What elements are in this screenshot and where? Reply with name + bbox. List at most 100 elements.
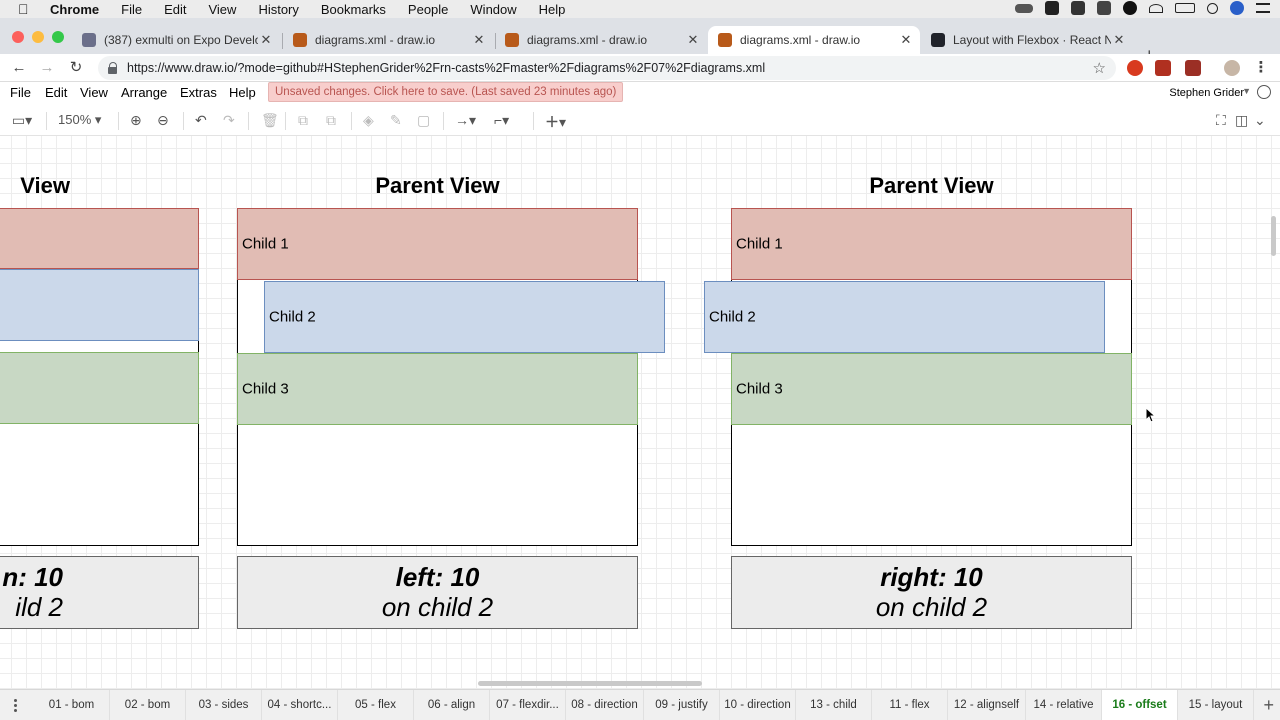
insert-icon[interactable]: ＋▾ <box>545 112 566 130</box>
child-1-box[interactable]: Child 1 <box>731 208 1132 280</box>
siri-icon[interactable] <box>1230 1 1244 15</box>
menu-view[interactable]: View <box>208 2 236 17</box>
child-2-box[interactable]: Child 2 <box>704 281 1105 353</box>
page-tab[interactable]: 08 - direction <box>566 690 644 720</box>
page-tab[interactable]: 13 - child <box>796 690 872 720</box>
format-panel-icon[interactable]: ▭▾ <box>8 112 36 130</box>
apple-icon[interactable]:  <box>18 2 32 16</box>
zoom-in-icon[interactable]: ⊕ <box>130 112 142 130</box>
caption-box[interactable]: right: 10 on child 2 <box>731 556 1132 629</box>
zoom-out-icon[interactable]: ⊖ <box>157 112 169 130</box>
browser-tab[interactable]: diagrams.xml - draw.io ✕ <box>283 26 493 54</box>
forward-icon[interactable]: → <box>37 58 57 78</box>
extension-icon[interactable] <box>1185 60 1201 76</box>
collapse-icon[interactable]: ⌄ <box>1254 112 1266 130</box>
menu-history[interactable]: History <box>258 2 298 17</box>
menu-edit[interactable]: Edit <box>164 2 186 17</box>
menu-bookmarks[interactable]: Bookmarks <box>321 2 386 17</box>
page-tab[interactable]: 10 - direction <box>720 690 796 720</box>
page-tab-active[interactable]: 16 - offset <box>1102 690 1178 720</box>
child-1-box[interactable]: Child 1 <box>237 208 638 280</box>
bookmark-star-icon[interactable]: ☆ <box>1093 59 1106 77</box>
page-tab[interactable]: 15 - layout <box>1178 690 1254 720</box>
line-color-icon[interactable]: ✎ <box>390 112 402 130</box>
waypoints-icon[interactable]: ⌐▾ <box>494 112 509 130</box>
browser-tab[interactable]: (387) exmulti on Expo Develop ✕ <box>72 26 280 54</box>
user-name[interactable]: Stephen Grider <box>1169 87 1244 99</box>
child-3-box[interactable] <box>0 352 199 424</box>
browser-tab[interactable]: Layout with Flexbox · React Na ✕ <box>921 26 1133 54</box>
horizontal-scrollbar[interactable] <box>478 681 702 686</box>
more-menu-icon[interactable]: ⋮ <box>1251 58 1271 78</box>
extension-icon[interactable] <box>1127 60 1143 76</box>
back-icon[interactable]: ← <box>9 58 29 78</box>
zoom-select[interactable]: 150% ▾ <box>58 112 101 130</box>
drawio-menu-help[interactable]: Help <box>229 85 256 100</box>
delete-icon[interactable]: 🗑 <box>261 112 279 130</box>
reload-icon[interactable]: ↻ <box>66 58 86 78</box>
undo-icon[interactable]: ↶ <box>195 112 207 130</box>
child-3-box[interactable]: Child 3 <box>237 353 638 425</box>
vertical-scrollbar[interactable] <box>1271 216 1276 256</box>
page-tab[interactable]: 12 - alignself <box>948 690 1026 720</box>
drawio-menu-extras[interactable]: Extras <box>180 85 217 100</box>
battery-icon[interactable] <box>1175 3 1195 13</box>
avatar[interactable] <box>1224 60 1240 76</box>
menu-people[interactable]: People <box>408 2 448 17</box>
zoom-window-icon[interactable] <box>52 31 64 43</box>
drawio-menu-edit[interactable]: Edit <box>45 85 67 100</box>
chevron-down-icon[interactable]: ▼ <box>1242 86 1251 96</box>
close-icon[interactable]: ✕ <box>258 32 274 48</box>
search-icon[interactable] <box>1207 2 1218 14</box>
wifi-icon[interactable] <box>1149 3 1163 13</box>
page-tab[interactable]: 05 - flex <box>338 690 414 720</box>
drawio-menu-arrange[interactable]: Arrange <box>121 85 167 100</box>
close-icon[interactable]: ✕ <box>471 32 487 48</box>
drawio-menu-view[interactable]: View <box>80 85 108 100</box>
browser-tab[interactable]: diagrams.xml - draw.io ✕ <box>495 26 707 54</box>
page-tab[interactable]: 02 - bom <box>110 690 186 720</box>
shadow-icon[interactable]: ▢ <box>417 112 430 130</box>
menu-file[interactable]: File <box>121 2 142 17</box>
page-tab[interactable]: 04 - shortc... <box>262 690 338 720</box>
page-tab[interactable]: 07 - flexdir... <box>490 690 566 720</box>
page-tab[interactable]: 11 - flex <box>872 690 948 720</box>
feather-icon[interactable] <box>1097 1 1111 15</box>
menu-window[interactable]: Window <box>470 2 516 17</box>
menu-help[interactable]: Help <box>539 2 566 17</box>
notification-center-icon[interactable] <box>1256 3 1270 13</box>
url-field[interactable]: https://www.draw.io/?mode=github#HStephe… <box>98 56 1116 80</box>
redo-icon[interactable]: ↷ <box>223 112 235 130</box>
diagram-canvas[interactable]: View n: 10 ild 2 Parent View Child 1 Chi… <box>0 136 1280 689</box>
fullscreen-icon[interactable]: ⛶ <box>1216 112 1226 130</box>
pages-menu-icon[interactable] <box>14 699 18 713</box>
minimize-window-icon[interactable] <box>32 31 44 43</box>
close-icon[interactable]: ✕ <box>1111 32 1127 48</box>
close-icon[interactable]: ✕ <box>685 32 701 48</box>
caption-box[interactable]: n: 10 ild 2 <box>0 556 199 629</box>
menu-app-chrome[interactable]: Chrome <box>50 2 99 17</box>
close-icon[interactable]: ✕ <box>898 32 914 48</box>
unsaved-changes-notice[interactable]: Unsaved changes. Click here to save. (La… <box>268 82 624 102</box>
child-3-box[interactable]: Child 3 <box>731 353 1132 425</box>
caption-box[interactable]: left: 10 on child 2 <box>237 556 638 629</box>
child-1-box[interactable] <box>0 208 199 269</box>
cloud-icon[interactable] <box>1071 1 1085 15</box>
browser-tab-active[interactable]: diagrams.xml - draw.io ✕ <box>708 26 920 54</box>
close-window-icon[interactable] <box>12 31 24 43</box>
fill-color-icon[interactable]: ◈ <box>363 112 374 130</box>
screen-recorder-icon[interactable] <box>1123 1 1137 15</box>
page-tab[interactable]: 01 - bom <box>34 690 110 720</box>
to-back-icon[interactable]: ⧉ <box>326 112 336 130</box>
format-panel-toggle-icon[interactable]: ◫ <box>1235 112 1248 130</box>
page-tab[interactable]: 14 - relative <box>1026 690 1102 720</box>
extension-icon[interactable] <box>1155 60 1171 76</box>
elephant-icon[interactable] <box>1045 1 1059 15</box>
globe-icon[interactable] <box>1257 85 1271 99</box>
drawio-menu-file[interactable]: File <box>10 85 31 100</box>
to-front-icon[interactable]: ⧉ <box>298 112 308 130</box>
page-tab[interactable]: 06 - align <box>414 690 490 720</box>
child-2-box[interactable] <box>0 269 199 341</box>
add-page-button[interactable]: + <box>1263 695 1274 716</box>
page-tab[interactable]: 09 - justify <box>644 690 720 720</box>
